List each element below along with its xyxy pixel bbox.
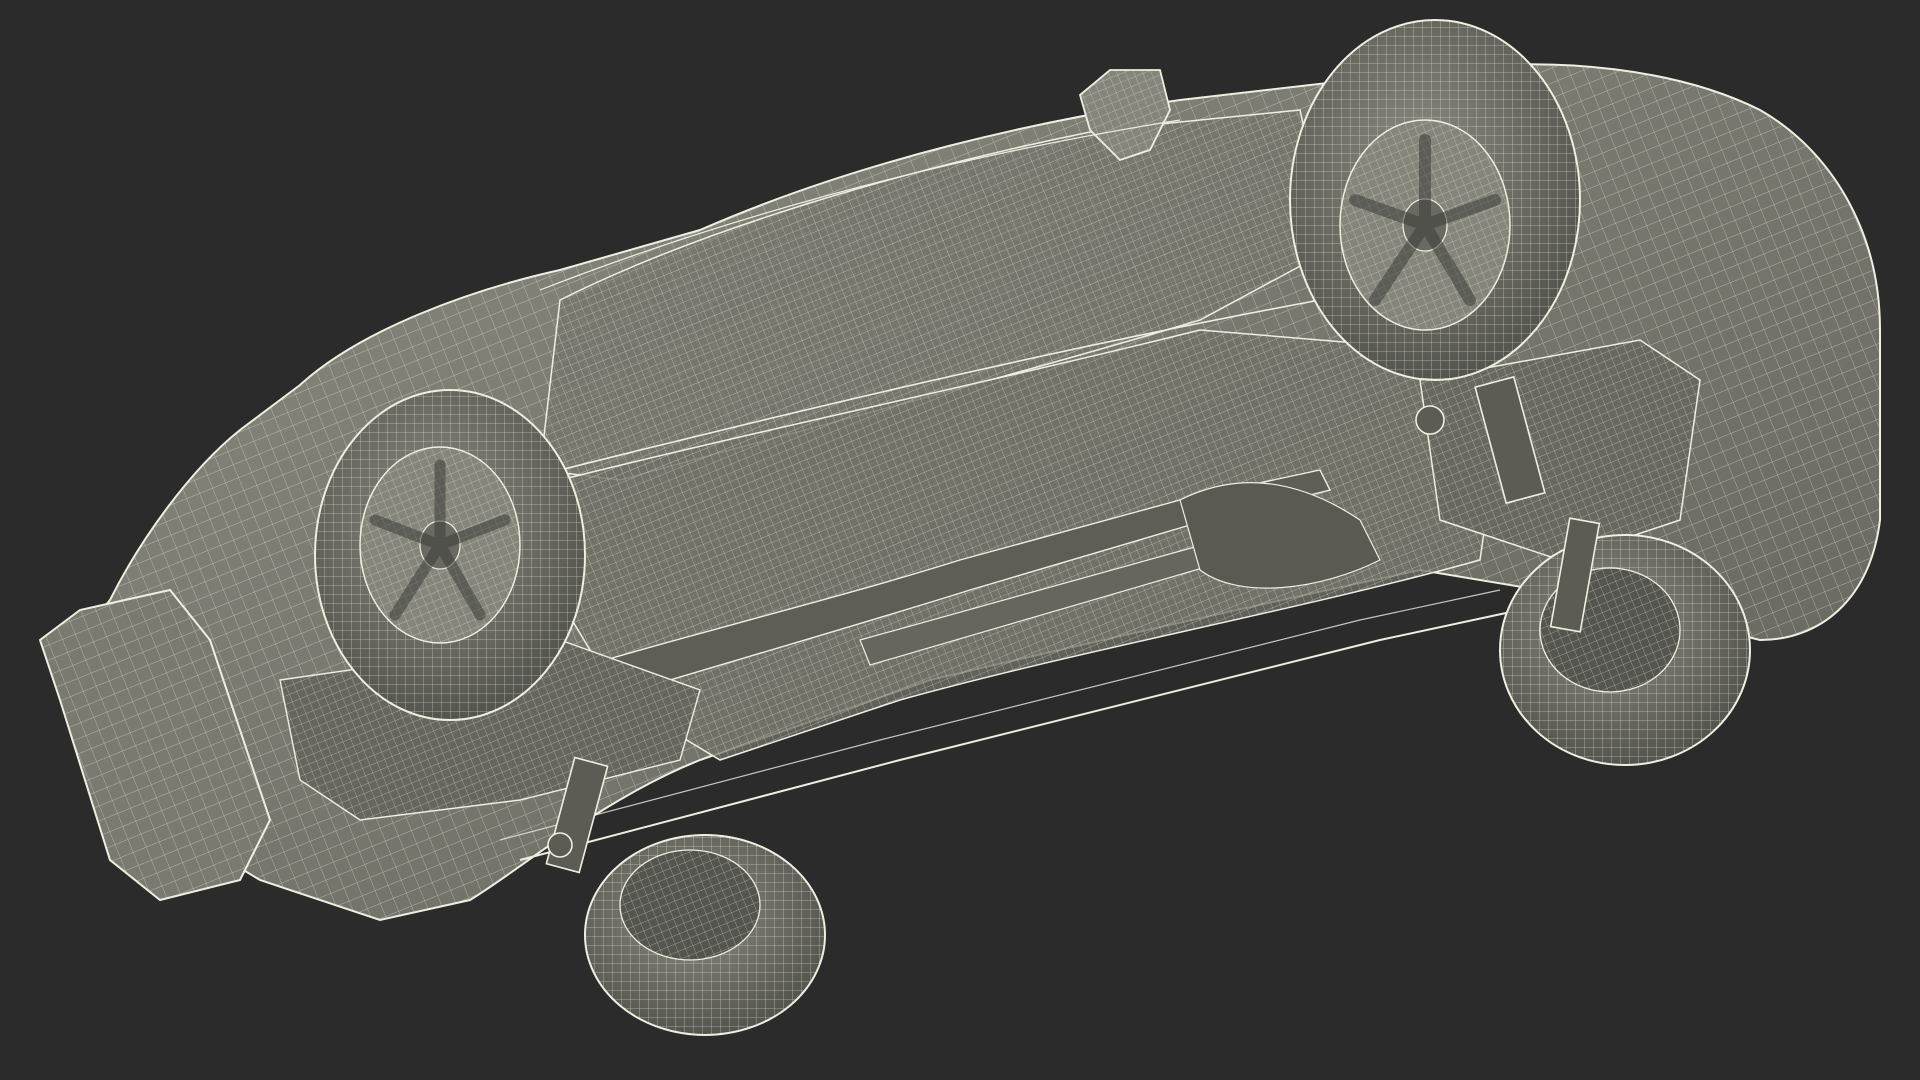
car-body-icon [38, 63, 1881, 922]
render-viewport [0, 0, 1920, 1080]
wheel-rear-left-icon [314, 389, 586, 721]
wheel-front-left-icon [1289, 19, 1581, 381]
wheel-front-right-icon [1499, 534, 1751, 766]
car-wireframe-render [38, 19, 1881, 1036]
wheel-rear-right-icon [584, 834, 826, 1036]
